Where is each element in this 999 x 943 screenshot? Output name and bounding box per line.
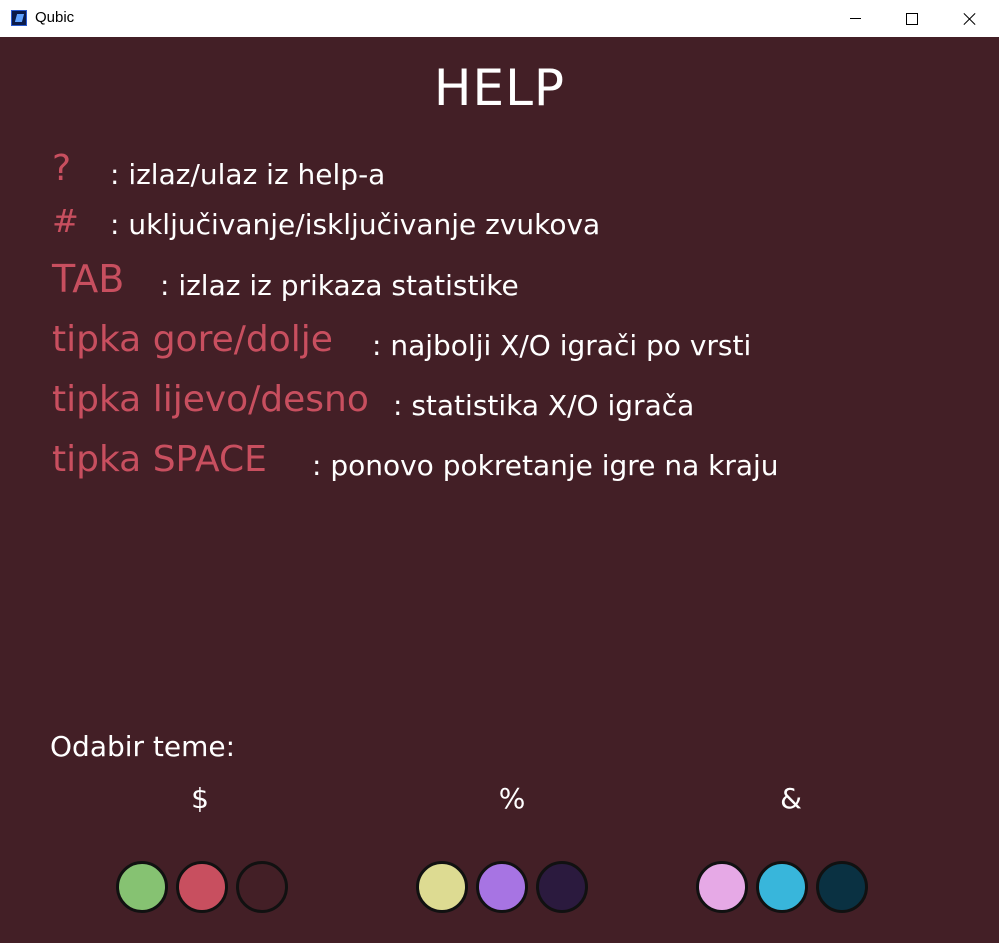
theme-swatch[interactable] xyxy=(476,861,528,913)
close-icon xyxy=(963,12,977,26)
help-row-help-toggle: ? : izlaz/ulaz iz help-a xyxy=(0,148,999,200)
theme-symbol-ampersand: & xyxy=(780,782,802,815)
page-title: HELP xyxy=(433,59,566,117)
help-row-tab: TAB : izlaz iz prikaza statistike xyxy=(0,257,999,307)
theme-symbol-percent: % xyxy=(498,782,526,815)
help-description: : najbolji X/O igrači po vrsti xyxy=(372,329,752,362)
app-icon xyxy=(11,10,27,26)
help-key: TAB xyxy=(52,257,125,301)
help-key: ? xyxy=(52,148,72,189)
window-title: Qubic xyxy=(35,9,75,26)
help-screen: HELP ? : izlaz/ulaz iz help-a # : uključ… xyxy=(0,37,999,943)
theme-swatch[interactable] xyxy=(176,861,228,913)
theme-symbol-dollar: $ xyxy=(191,782,209,815)
window-titlebar[interactable]: Qubic xyxy=(0,0,999,37)
theme-swatch[interactable] xyxy=(536,861,588,913)
theme-swatch[interactable] xyxy=(756,861,808,913)
theme-swatch[interactable] xyxy=(416,861,468,913)
help-key: tipka lijevo/desno xyxy=(52,379,369,420)
maximize-icon xyxy=(906,12,918,25)
help-row-up-down: tipka gore/dolje : najbolji X/O igrači p… xyxy=(0,319,999,369)
theme-swatch[interactable] xyxy=(696,861,748,913)
help-key: tipka SPACE xyxy=(52,439,267,480)
help-key: tipka gore/dolje xyxy=(52,319,333,360)
theme-swatch[interactable] xyxy=(236,861,288,913)
theme-swatch[interactable] xyxy=(116,861,168,913)
help-row-sound-toggle: # : uključivanje/isključivanje zvukova xyxy=(0,202,999,252)
help-description: : ponovo pokretanje igre na kraju xyxy=(312,449,779,482)
help-description: : uključivanje/isključivanje zvukova xyxy=(110,208,601,241)
help-row-space: tipka SPACE : ponovo pokretanje igre na … xyxy=(0,439,999,489)
theme-selection-label: Odabir teme: xyxy=(50,730,236,763)
help-description: : izlaz/ulaz iz help-a xyxy=(110,158,386,191)
maximize-button[interactable] xyxy=(883,0,941,37)
theme-swatch[interactable] xyxy=(816,861,868,913)
help-description: : izlaz iz prikaza statistike xyxy=(160,269,519,302)
minimize-button[interactable] xyxy=(826,0,884,37)
close-button[interactable] xyxy=(941,0,999,37)
help-key: # xyxy=(52,202,79,240)
help-description: : statistika X/O igrača xyxy=(393,389,695,422)
minimize-icon xyxy=(849,18,861,19)
help-row-left-right: tipka lijevo/desno : statistika X/O igra… xyxy=(0,379,999,429)
